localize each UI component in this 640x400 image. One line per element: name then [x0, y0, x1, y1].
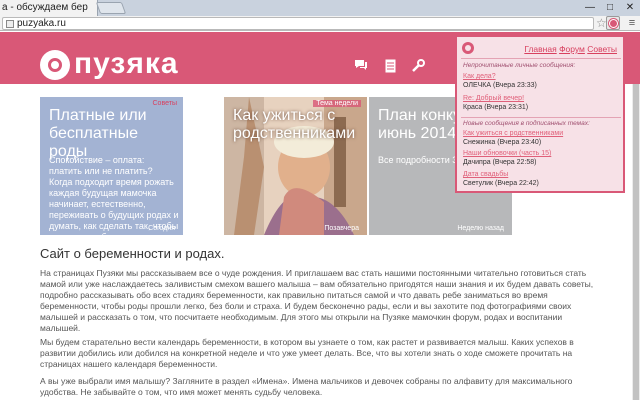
chat-icon[interactable]: [354, 59, 368, 73]
topic-message-meta: Светулик (Вчера 22:42): [463, 180, 539, 187]
popup-logo-icon: [462, 42, 474, 54]
scrollbar-thumb[interactable]: [633, 84, 639, 400]
tab-title: а - обсуждаем бер: [2, 2, 88, 13]
card-category: Тема недели: [313, 100, 361, 107]
popup-nav: Главная Форум Советы: [524, 44, 617, 54]
topic-message-link[interactable]: Как ужиться с родственниками: [463, 130, 563, 137]
browser-tab[interactable]: а - обсуждаем бер: [0, 0, 98, 16]
message-author: Светулик: [463, 180, 494, 187]
address-bar[interactable]: puzyaka.ru: [2, 17, 594, 30]
minimize-button[interactable]: —: [580, 0, 600, 16]
card-title[interactable]: Как ужиться с родственниками: [233, 107, 363, 143]
hamburger-menu-icon[interactable]: ≡: [626, 16, 638, 30]
message-time: (Вчера 23:33): [493, 82, 537, 89]
message-time: (Вчера 22:42): [495, 180, 539, 187]
url-text[interactable]: puzyaka.ru: [17, 18, 66, 29]
page-icon: [6, 20, 14, 28]
topic-message-meta: Дачипра (Вчера 22:58): [463, 159, 536, 166]
popup-nav-home[interactable]: Главная: [524, 44, 556, 54]
popup-divider: [461, 58, 621, 59]
extension-popup: Главная Форум Советы Непрочитанные личны…: [455, 35, 625, 193]
topic-messages-heading: Новые сообщения в подписанных темах:: [463, 120, 590, 127]
message-author: Краса: [463, 104, 483, 111]
topic-message-meta: Снежинка (Вчера 23:40): [463, 139, 541, 146]
article-card[interactable]: Тема недели Как ужиться с родственниками…: [224, 97, 367, 235]
card-date: Неделю назад: [457, 225, 504, 232]
wrench-icon[interactable]: [411, 59, 425, 73]
popup-nav-tips[interactable]: Советы: [587, 44, 617, 54]
browser-toolbar: puzyaka.ru ☆ ≡: [0, 16, 640, 31]
names-paragraph: А вы уже выбрали имя малышу? Загляните в…: [40, 376, 573, 397]
message-author: Снежинка: [463, 139, 496, 146]
popup-divider: [461, 117, 621, 118]
message-time: (Вчера 23:31): [484, 104, 529, 111]
browser-tabstrip: а - обсуждаем бер — □ ✕: [0, 0, 640, 16]
card-category: Советы: [152, 100, 178, 107]
card-excerpt: Спокойствие – оплата: платить или не пла…: [49, 155, 179, 235]
popup-nav-forum[interactable]: Форум: [559, 44, 585, 54]
new-tab-button[interactable]: [95, 2, 127, 14]
page-title: Сайт о беременности и родах.: [40, 246, 225, 261]
message-time: (Вчера 22:58): [492, 159, 537, 166]
private-message-meta: Краса (Вчера 23:31): [463, 104, 528, 111]
article-card[interactable]: Советы Платные или бесплатные роды Споко…: [40, 97, 183, 235]
calendar-paragraph: Мы будем старательно вести календарь бер…: [40, 337, 574, 369]
page-scrollbar[interactable]: [632, 84, 640, 400]
card-date: Позавчера: [324, 225, 359, 232]
document-icon[interactable]: [383, 59, 397, 73]
message-time: (Вчера 23:40): [497, 139, 542, 146]
private-messages-heading: Непрочитанные личные сообщения:: [463, 62, 576, 69]
close-window-button[interactable]: ✕: [620, 0, 640, 16]
message-author: ОЛЕЧКА: [463, 82, 492, 89]
private-message-link[interactable]: Как дела?: [463, 73, 496, 80]
maximize-button[interactable]: □: [600, 0, 620, 16]
intro-paragraph: На страницах Пузяки мы рассказываем все …: [40, 268, 594, 333]
private-message-meta: ОЛЕЧКА (Вчера 23:33): [463, 82, 537, 89]
site-logo-text[interactable]: пузяка: [74, 47, 179, 81]
puzyaka-extension-icon[interactable]: [606, 16, 620, 30]
site-logo-icon[interactable]: [40, 50, 70, 80]
topic-message-link[interactable]: Дата свадьбы: [463, 171, 508, 178]
card-date: Сегодня: [148, 225, 175, 232]
private-message-link[interactable]: Re: Добрый вечер!: [463, 95, 524, 102]
extension-logo-icon: [609, 19, 618, 28]
card-title[interactable]: Платные или бесплатные роды: [49, 107, 179, 161]
topic-message-link[interactable]: Наши обновочки (часть 15): [463, 150, 551, 157]
message-author: Дачипра: [463, 159, 491, 166]
